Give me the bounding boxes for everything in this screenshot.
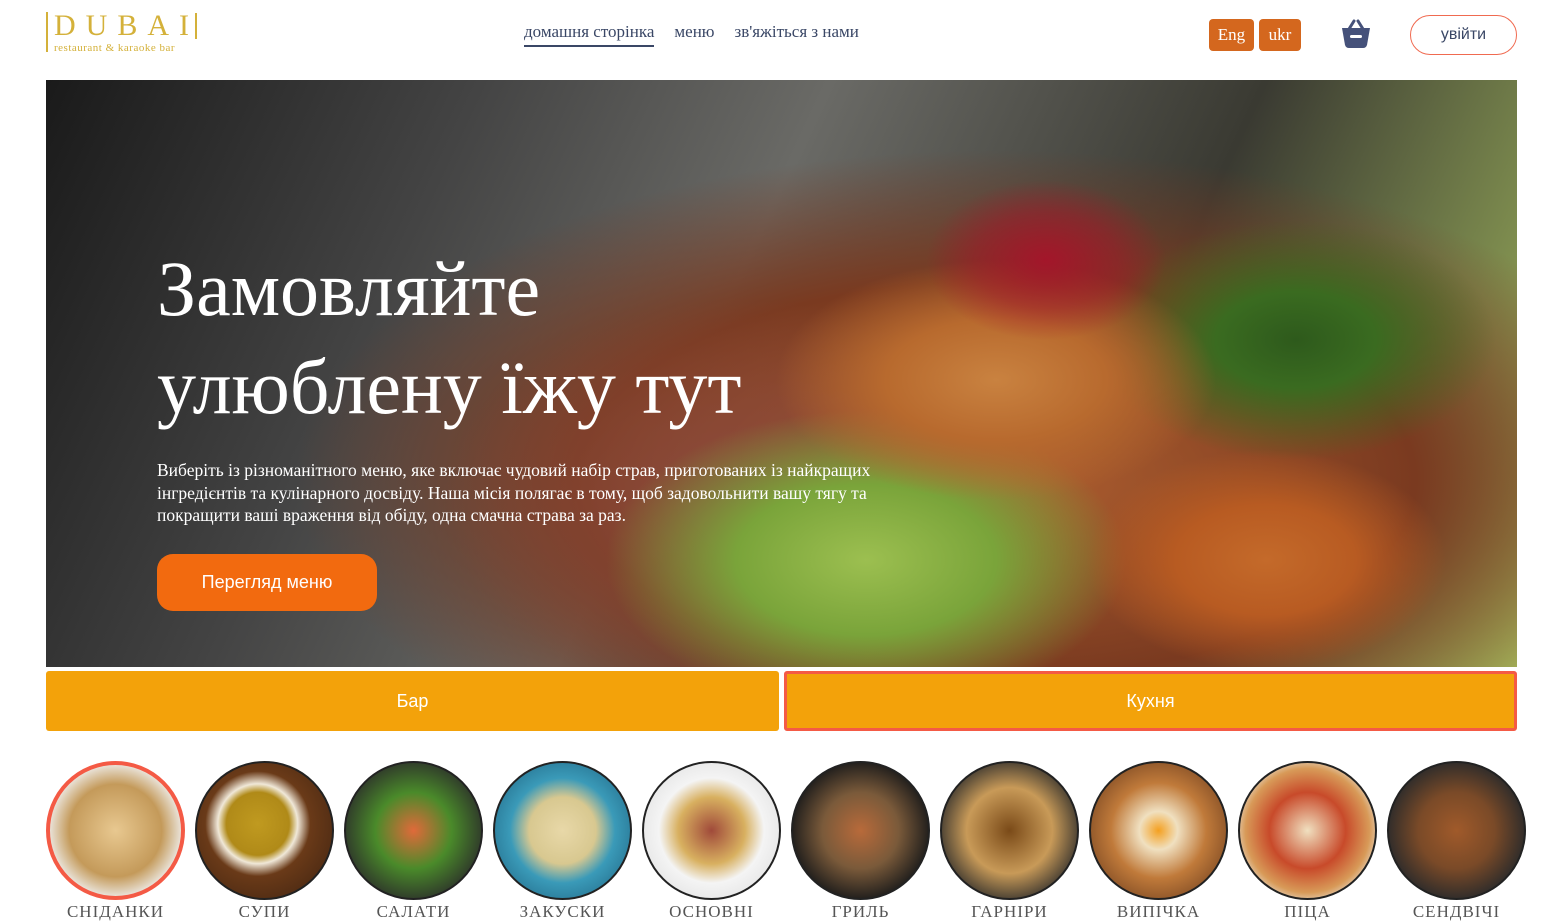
category-image (344, 761, 483, 900)
category-main[interactable]: ОСНОВНІ (642, 761, 781, 922)
category-sandwiches[interactable]: СЕНДВІЧІ (1387, 761, 1526, 922)
category-pizza[interactable]: ПІЦА (1238, 761, 1377, 922)
category-image (46, 761, 185, 900)
logo[interactable]: DUBAI restaurant & karaoke bar (46, 9, 199, 54)
login-button[interactable]: увійти (1410, 15, 1517, 55)
category-image (940, 761, 1079, 900)
logo-title: DUBAI (54, 9, 199, 42)
category-grill[interactable]: ГРИЛЬ (791, 761, 930, 922)
logo-subtitle: restaurant & karaoke bar (54, 42, 176, 54)
hero-banner: Замовляйте улюблену їжу тут Виберіть із р… (46, 80, 1517, 667)
category-snacks[interactable]: ЗАКУСКИ (493, 761, 632, 922)
nav-home[interactable]: домашня сторінка (524, 22, 655, 47)
category-breakfast[interactable]: СНІДАНКИ (46, 761, 185, 922)
tab-bar[interactable]: Бар (46, 671, 779, 731)
nav-contact[interactable]: зв'яжіться з нами (735, 22, 859, 47)
hero-title: Замовляйте улюблену їжу тут (157, 245, 742, 430)
category-image (1387, 761, 1526, 900)
category-soups[interactable]: СУПИ (195, 761, 334, 922)
category-image (791, 761, 930, 900)
tab-kitchen[interactable]: Кухня (784, 671, 1517, 731)
nav-menu[interactable]: меню (674, 22, 714, 47)
category-image (195, 761, 334, 900)
category-image (1089, 761, 1228, 900)
cart-icon[interactable] (1340, 18, 1372, 55)
lang-eng-button[interactable]: Eng (1209, 19, 1254, 51)
category-image (642, 761, 781, 900)
category-image (493, 761, 632, 900)
view-menu-button[interactable]: Перегляд меню (157, 554, 377, 611)
main-nav: домашня сторінка меню зв'яжіться з нами (524, 22, 859, 47)
hero-text: Виберіть із різноманітного меню, яке вкл… (157, 460, 871, 525)
category-sides[interactable]: ГАРНІРИ (940, 761, 1079, 922)
category-pastry[interactable]: ВИПІЧКА (1089, 761, 1228, 922)
lang-ukr-button[interactable]: ukr (1259, 19, 1301, 51)
category-list: СНІДАНКИ СУПИ САЛАТИ ЗАКУСКИ ОСНОВНІ ГРИ… (46, 761, 1526, 922)
category-salads[interactable]: САЛАТИ (344, 761, 483, 922)
category-image (1238, 761, 1377, 900)
